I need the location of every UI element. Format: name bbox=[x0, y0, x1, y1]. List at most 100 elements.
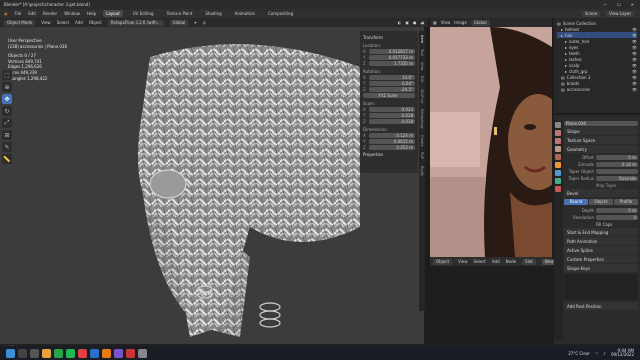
photoshop-icon[interactable] bbox=[90, 348, 99, 358]
tool-tab-icon[interactable] bbox=[555, 122, 561, 128]
bevel-round-button[interactable]: Round bbox=[564, 199, 588, 205]
ntab-view[interactable]: View bbox=[420, 62, 424, 70]
modifier-tab-icon[interactable] bbox=[555, 170, 561, 176]
map-taper-checkbox[interactable]: Map Taper bbox=[596, 183, 638, 188]
dimension-z-field[interactable]: 0.253 m bbox=[369, 145, 415, 150]
eye-icon[interactable]: 👁 bbox=[632, 81, 637, 86]
menu-file[interactable]: File bbox=[15, 11, 22, 16]
menu-window[interactable]: Window bbox=[64, 11, 80, 16]
node-view-menu[interactable]: View bbox=[458, 259, 468, 264]
rotation-z-field[interactable]: -24.5° bbox=[369, 87, 415, 92]
fill-caps-checkbox[interactable]: Fill Caps bbox=[596, 222, 638, 227]
rotate-icon[interactable]: ↻ bbox=[2, 106, 12, 116]
close-icon[interactable]: ✕ bbox=[631, 2, 634, 7]
material-slot-dropdown[interactable]: Slot bbox=[522, 258, 536, 265]
resolution-field[interactable]: 4 bbox=[596, 215, 638, 220]
shape-section[interactable]: Shape bbox=[564, 127, 638, 135]
view-menu[interactable]: View bbox=[41, 20, 51, 25]
material-tab-icon[interactable] bbox=[555, 186, 561, 192]
settings-icon[interactable] bbox=[138, 348, 147, 358]
select-menu[interactable]: Select bbox=[57, 20, 69, 25]
start-end-section[interactable]: Start & End Mapping bbox=[564, 228, 638, 236]
image-menu[interactable]: Image bbox=[454, 20, 467, 25]
eye-icon[interactable]: 👁 bbox=[632, 75, 637, 80]
scene-tab-icon[interactable] bbox=[555, 146, 561, 152]
ntab-3d-print[interactable]: 3D-Print bbox=[420, 89, 424, 103]
retopoflow-menu[interactable]: RetopoFlow 3.2.6 (with... bbox=[107, 19, 164, 26]
object-menu[interactable]: Object bbox=[89, 20, 102, 25]
proportional-icon[interactable]: ◎ bbox=[203, 20, 207, 25]
start-icon[interactable] bbox=[6, 348, 15, 358]
minimize-icon[interactable]: — bbox=[603, 2, 607, 7]
geometry-section[interactable]: Geometry bbox=[564, 145, 638, 153]
ntab-retopology[interactable]: Retopology bbox=[420, 109, 424, 129]
pdf-icon[interactable] bbox=[126, 348, 135, 358]
location-y-field[interactable]: 0.057733 m bbox=[369, 55, 415, 60]
location-x-field[interactable]: 0.012817 m bbox=[369, 49, 415, 54]
eye-icon[interactable]: 👁 bbox=[632, 69, 637, 74]
eye-icon[interactable]: 👁 bbox=[632, 27, 637, 32]
taper-radius-dropdown[interactable]: Override bbox=[596, 176, 638, 181]
weather-status[interactable]: 27°C Clear bbox=[568, 351, 590, 356]
eye-icon[interactable]: 👁 bbox=[632, 87, 637, 92]
orientation-dropdown[interactable]: Global bbox=[169, 19, 189, 26]
tab-shading[interactable]: Shading bbox=[202, 10, 224, 17]
maximize-icon[interactable]: ☐ bbox=[617, 2, 621, 7]
shading-material-icon[interactable]: ◕ bbox=[421, 20, 425, 25]
select-box-icon[interactable]: ⬚ bbox=[2, 70, 12, 80]
offset-field[interactable]: 0 m bbox=[596, 155, 638, 160]
add-rest-position-section[interactable]: Add Rest Position bbox=[564, 302, 638, 310]
tab-texture-paint[interactable]: Texture Paint bbox=[164, 10, 196, 17]
eye-icon[interactable]: 👁 bbox=[632, 33, 637, 38]
clock[interactable]: 9:04 AM 09/12/2022 bbox=[611, 348, 634, 358]
blender-icon[interactable] bbox=[102, 348, 111, 358]
annotate-icon[interactable]: ✎ bbox=[2, 142, 12, 152]
outliner-item[interactable]: ▤ accessories 👁 bbox=[557, 86, 637, 92]
ntab-edit[interactable]: Edit bbox=[420, 76, 424, 83]
properties-header[interactable]: Properties bbox=[363, 152, 415, 157]
object-name-field[interactable]: Plane.036 bbox=[564, 121, 638, 126]
bevel-profile-button[interactable]: Profile bbox=[614, 199, 638, 205]
scale-z-field[interactable]: 0.018 bbox=[369, 119, 415, 124]
whatsapp-icon[interactable] bbox=[54, 348, 63, 358]
move-icon[interactable]: ✥ bbox=[2, 94, 12, 104]
scale-x-field[interactable]: 0.033 bbox=[369, 107, 415, 112]
chrome-icon[interactable] bbox=[78, 348, 87, 358]
scale-icon[interactable]: ⤢ bbox=[2, 118, 12, 128]
wifi-icon[interactable]: ◠ bbox=[595, 351, 599, 356]
object-tab-icon[interactable] bbox=[555, 162, 561, 168]
blender-logo-icon[interactable]: ◉ bbox=[4, 11, 8, 16]
tab-uv-editing[interactable]: UV Editing bbox=[130, 10, 157, 17]
menu-render[interactable]: Render bbox=[43, 11, 57, 16]
snap-icon[interactable]: ⌖ bbox=[194, 20, 196, 25]
tab-layout[interactable]: Layout bbox=[103, 10, 123, 17]
texture-space-section[interactable]: Texture Space bbox=[564, 136, 638, 144]
transform-header[interactable]: Transform bbox=[363, 35, 415, 40]
custom-properties-section[interactable]: Custom Properties bbox=[564, 255, 638, 263]
shape-keys-list[interactable] bbox=[564, 274, 638, 300]
volume-icon[interactable]: ♪ bbox=[603, 351, 606, 356]
depth-field[interactable]: 0 m bbox=[596, 208, 638, 213]
search-icon[interactable] bbox=[18, 348, 27, 358]
xray-icon[interactable]: ▣ bbox=[405, 20, 409, 25]
tab-animation[interactable]: Animation bbox=[232, 10, 258, 17]
rotation-x-field[interactable]: 14.6° bbox=[369, 75, 415, 80]
shading-solid-icon[interactable]: ● bbox=[413, 20, 417, 25]
active-spline-section[interactable]: Active Spline bbox=[564, 246, 638, 254]
measure-icon[interactable]: 📏 bbox=[2, 154, 12, 164]
path-animation-section[interactable]: Path Animation bbox=[564, 237, 638, 245]
rotation-y-field[interactable]: 6.04° bbox=[369, 81, 415, 86]
spotify-icon[interactable] bbox=[66, 348, 75, 358]
ntab-rigify[interactable]: Rigify bbox=[420, 166, 424, 176]
view-layer-selector[interactable]: View Layer bbox=[606, 10, 634, 17]
ntab-tool[interactable]: Tool bbox=[420, 49, 424, 56]
shader-node-canvas[interactable] bbox=[430, 266, 552, 344]
bevel-section[interactable]: Bevel bbox=[564, 189, 638, 197]
eye-icon[interactable]: 👁 bbox=[632, 51, 637, 56]
data-tab-icon[interactable] bbox=[555, 178, 561, 184]
menu-edit[interactable]: Edit bbox=[28, 11, 36, 16]
eye-icon[interactable]: 👁 bbox=[632, 63, 637, 68]
scale-y-field[interactable]: 0.018 bbox=[369, 113, 415, 118]
dimension-x-field[interactable]: 0.124 m bbox=[369, 133, 415, 138]
render-tab-icon[interactable] bbox=[555, 130, 561, 136]
